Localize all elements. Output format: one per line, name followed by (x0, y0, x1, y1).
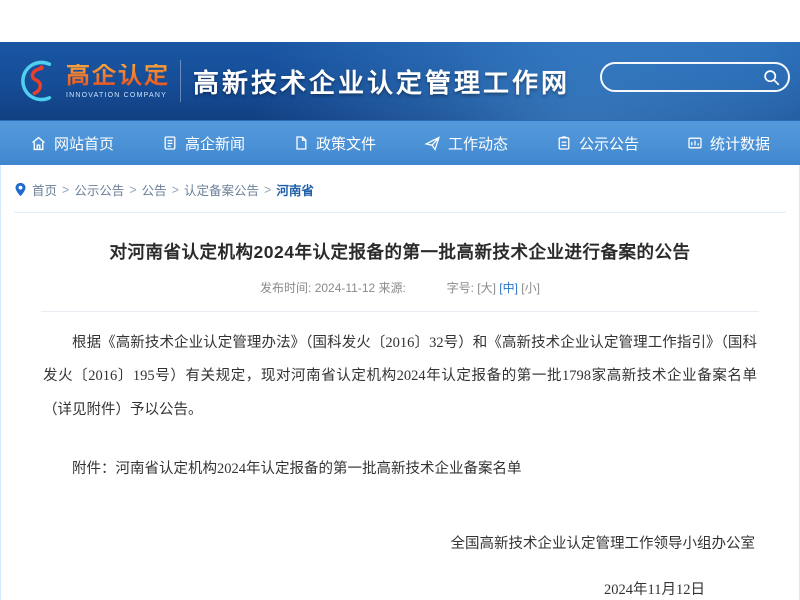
brand-subtitle: INNOVATION COMPANY (66, 92, 170, 99)
chart-icon (687, 135, 703, 151)
nav-item-announcements[interactable]: 公示公告 (556, 133, 639, 154)
nav-label: 公示公告 (579, 133, 639, 154)
search-icon[interactable] (763, 68, 780, 86)
breadcrumb-separator: > (62, 183, 69, 197)
nav-label: 统计数据 (710, 133, 770, 154)
attachment-line: 附件：河南省认定机构2024年认定报备的第一批高新技术企业备案名单 (43, 453, 757, 486)
header-divider (180, 60, 181, 102)
font-size-label: 字号: (447, 281, 474, 295)
top-margin (0, 0, 800, 42)
location-pin-icon (14, 182, 27, 197)
article-paragraph: 根据《高新技术企业认定管理办法》（国科发火〔2016〕32号）和《高新技术企业认… (43, 327, 757, 427)
nav-label: 高企新闻 (185, 133, 245, 154)
nav-item-home[interactable]: 网站首页 (30, 133, 114, 154)
publish-date: 2024-11-12 (315, 281, 376, 295)
breadcrumb-separator: > (172, 183, 179, 197)
signature: 全国高新技术企业认定管理工作领导小组办公室 (43, 528, 757, 561)
nav-label: 政策文件 (316, 133, 376, 154)
article-body: 根据《高新技术企业认定管理办法》（国科发火〔2016〕32号）和《高新技术企业认… (1, 327, 799, 600)
breadcrumb-separator: > (264, 183, 271, 197)
breadcrumb-current-henan: 河南省 (276, 180, 314, 199)
main-nav: 网站首页 高企新闻 政策文件 工作动态 (0, 120, 800, 165)
nav-label: 工作动态 (448, 133, 508, 154)
meta-divider (41, 311, 759, 312)
file-icon (293, 135, 309, 151)
news-icon (162, 135, 178, 151)
site-logo[interactable]: 高企认定 INNOVATION COMPANY (14, 58, 170, 104)
font-size-medium-button[interactable]: [中] (499, 281, 518, 295)
nav-item-policy[interactable]: 政策文件 (293, 133, 376, 154)
site-title: 高新技术企业认定管理工作网 (193, 63, 570, 100)
search-box (600, 62, 790, 92)
article-title: 对河南省认定机构2024年认定报备的第一批高新技术企业进行备案的公告 (1, 239, 799, 264)
font-size-large-button[interactable]: [大] (477, 281, 496, 295)
site-header: 高企认定 INNOVATION COMPANY 高新技术企业认定管理工作网 (0, 42, 800, 120)
source-label: 来源: (379, 281, 406, 295)
article-meta: 发布时间: 2024-11-12 来源: 字号: [大] [中] [小] (1, 279, 799, 296)
clipboard-icon (556, 135, 572, 151)
breadcrumb-notice[interactable]: 公告 (142, 180, 167, 199)
home-icon (30, 135, 47, 152)
breadcrumb: 首页 > 公示公告 > 公告 > 认定备案公告 > 河南省 (1, 165, 799, 208)
breadcrumb-separator: > (129, 183, 136, 197)
brand-name: 高企认定 (66, 64, 170, 88)
paper-plane-icon (424, 135, 441, 152)
nav-item-statistics[interactable]: 统计数据 (687, 133, 770, 154)
breadcrumb-filing-notice[interactable]: 认定备案公告 (184, 180, 259, 199)
nav-label: 网站首页 (54, 133, 114, 154)
page: 高企认定 INNOVATION COMPANY 高新技术企业认定管理工作网 (0, 0, 800, 600)
breadcrumb-announcements[interactable]: 公示公告 (74, 180, 124, 199)
nav-item-news[interactable]: 高企新闻 (162, 133, 245, 154)
breadcrumb-home[interactable]: 首页 (32, 180, 57, 199)
search-input[interactable] (571, 64, 763, 90)
signature-date: 2024年11月12日 (43, 574, 757, 600)
logo-swirl-icon (14, 58, 60, 104)
nav-item-dynamics[interactable]: 工作动态 (424, 133, 508, 154)
publish-time-label: 发布时间: (260, 281, 311, 295)
font-size-small-button[interactable]: [小] (521, 281, 540, 295)
breadcrumb-divider (14, 212, 786, 213)
content-area: 首页 > 公示公告 > 公告 > 认定备案公告 > 河南省 对河南省认定机构20… (0, 165, 800, 600)
